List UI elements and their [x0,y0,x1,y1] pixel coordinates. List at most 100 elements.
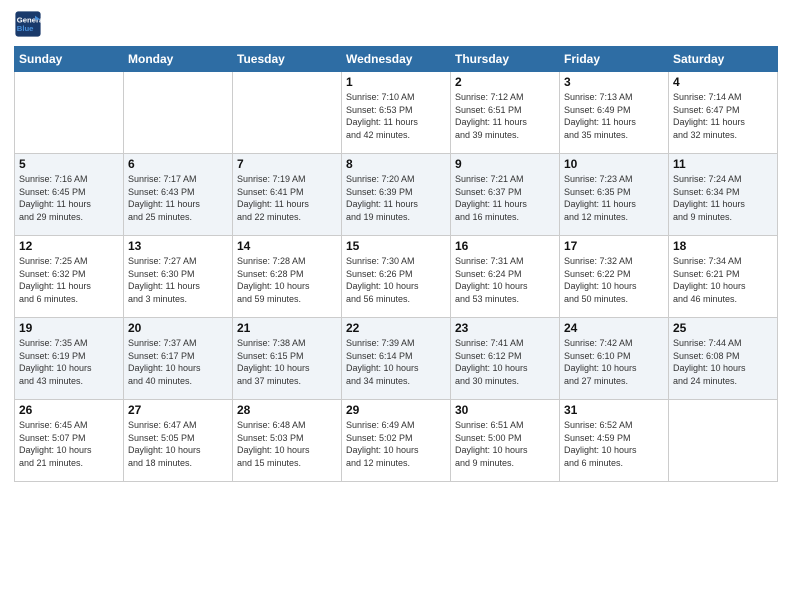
day-cell-23: 23 Sunrise: 7:41 AM Sunset: 6:12 PM Dayli… [451,318,560,400]
weekday-header-monday: Monday [124,47,233,72]
day-number: 31 [564,403,664,417]
day-cell-29: 29Sunrise: 6:49 AM Sunset: 5:02 PM Dayli… [342,400,451,482]
day-number: 14 [237,239,337,253]
day-number: 29 [346,403,446,417]
day-info: Sunrise: 7:39 AM Sunset: 6:14 PM Dayligh… [346,337,446,387]
weekday-header-saturday: Saturday [669,47,778,72]
day-number: 4 [673,75,773,89]
day-number: 9 [455,157,555,171]
day-info: Sunrise: 6:45 AM Sunset: 5:07 PM Dayligh… [19,419,119,469]
weekday-header-tuesday: Tuesday [233,47,342,72]
day-info: Sunrise: 7:34 AM Sunset: 6:21 PM Dayligh… [673,255,773,305]
week-row-4: 19 Sunrise: 7:35 AM Sunset: 6:19 PM Dayli… [15,318,778,400]
day-info: Sunrise: 7:27 AM Sunset: 6:30 PM Dayligh… [128,255,228,305]
weekday-header-sunday: Sunday [15,47,124,72]
week-row-5: 26 Sunrise: 6:45 AM Sunset: 5:07 PM Dayli… [15,400,778,482]
day-cell-6: 6Sunrise: 7:17 AM Sunset: 6:43 PM Daylig… [124,154,233,236]
day-number: 24 [564,321,664,335]
day-info: Sunrise: 6:47 AM Sunset: 5:05 PM Dayligh… [128,419,228,469]
day-info: Sunrise: 7:32 AM Sunset: 6:22 PM Dayligh… [564,255,664,305]
day-info: Sunrise: 7:38 AM Sunset: 6:15 PM Dayligh… [237,337,337,387]
day-cell-15: 15Sunrise: 7:30 AM Sunset: 6:26 PM Dayli… [342,236,451,318]
day-info: Sunrise: 7:10 AM Sunset: 6:53 PM Dayligh… [346,91,446,141]
empty-cell [124,72,233,154]
day-number: 13 [128,239,228,253]
day-number: 17 [564,239,664,253]
day-number: 10 [564,157,664,171]
day-cell-10: 10Sunrise: 7:23 AM Sunset: 6:35 PM Dayli… [560,154,669,236]
day-cell-7: 7Sunrise: 7:19 AM Sunset: 6:41 PM Daylig… [233,154,342,236]
weekday-header-row: SundayMondayTuesdayWednesdayThursdayFrid… [15,47,778,72]
day-number: 22 [346,321,446,335]
day-info: Sunrise: 7:14 AM Sunset: 6:47 PM Dayligh… [673,91,773,141]
day-info: Sunrise: 6:52 AM Sunset: 4:59 PM Dayligh… [564,419,664,469]
weekday-header-wednesday: Wednesday [342,47,451,72]
day-info: Sunrise: 7:44 AM Sunset: 6:08 PM Dayligh… [673,337,773,387]
day-number: 15 [346,239,446,253]
day-cell-4: 4 Sunrise: 7:14 AM Sunset: 6:47 PM Daylig… [669,72,778,154]
day-info: Sunrise: 7:19 AM Sunset: 6:41 PM Dayligh… [237,173,337,223]
day-info: Sunrise: 7:35 AM Sunset: 6:19 PM Dayligh… [19,337,119,387]
day-cell-14: 14 Sunrise: 7:28 AM Sunset: 6:28 PM Dayli… [233,236,342,318]
empty-cell [15,72,124,154]
day-number: 5 [19,157,119,171]
day-cell-3: 3Sunrise: 7:13 AM Sunset: 6:49 PM Daylig… [560,72,669,154]
day-info: Sunrise: 6:51 AM Sunset: 5:00 PM Dayligh… [455,419,555,469]
day-cell-24: 24 Sunrise: 7:42 AM Sunset: 6:10 PM Dayli… [560,318,669,400]
day-cell-8: 8 Sunrise: 7:20 AM Sunset: 6:39 PM Daylig… [342,154,451,236]
day-cell-17: 17 Sunrise: 7:32 AM Sunset: 6:22 PM Dayli… [560,236,669,318]
day-cell-21: 21 Sunrise: 7:38 AM Sunset: 6:15 PM Dayli… [233,318,342,400]
day-cell-19: 19 Sunrise: 7:35 AM Sunset: 6:19 PM Dayli… [15,318,124,400]
day-number: 26 [19,403,119,417]
day-info: Sunrise: 7:31 AM Sunset: 6:24 PM Dayligh… [455,255,555,305]
day-cell-11: 11Sunrise: 7:24 AM Sunset: 6:34 PM Dayli… [669,154,778,236]
day-number: 19 [19,321,119,335]
day-cell-5: 5 Sunrise: 7:16 AM Sunset: 6:45 PM Daylig… [15,154,124,236]
svg-text:General: General [17,16,42,25]
week-row-1: 1 Sunrise: 7:10 AM Sunset: 6:53 PM Daylig… [15,72,778,154]
day-cell-30: 30 Sunrise: 6:51 AM Sunset: 5:00 PM Dayli… [451,400,560,482]
day-info: Sunrise: 7:28 AM Sunset: 6:28 PM Dayligh… [237,255,337,305]
day-info: Sunrise: 7:13 AM Sunset: 6:49 PM Dayligh… [564,91,664,141]
day-info: Sunrise: 7:21 AM Sunset: 6:37 PM Dayligh… [455,173,555,223]
day-number: 21 [237,321,337,335]
svg-text:Blue: Blue [17,24,34,33]
day-cell-1: 1 Sunrise: 7:10 AM Sunset: 6:53 PM Daylig… [342,72,451,154]
empty-cell [669,400,778,482]
day-cell-28: 28Sunrise: 6:48 AM Sunset: 5:03 PM Dayli… [233,400,342,482]
day-cell-26: 26 Sunrise: 6:45 AM Sunset: 5:07 PM Dayli… [15,400,124,482]
calendar: SundayMondayTuesdayWednesdayThursdayFrid… [14,46,778,482]
page: General Blue SundayMondayTuesdayWednesda… [0,0,792,612]
day-number: 1 [346,75,446,89]
day-info: Sunrise: 7:41 AM Sunset: 6:12 PM Dayligh… [455,337,555,387]
empty-cell [233,72,342,154]
day-cell-25: 25 Sunrise: 7:44 AM Sunset: 6:08 PM Dayli… [669,318,778,400]
day-number: 30 [455,403,555,417]
day-cell-22: 22 Sunrise: 7:39 AM Sunset: 6:14 PM Dayli… [342,318,451,400]
day-info: Sunrise: 7:25 AM Sunset: 6:32 PM Dayligh… [19,255,119,305]
day-info: Sunrise: 7:42 AM Sunset: 6:10 PM Dayligh… [564,337,664,387]
day-info: Sunrise: 7:20 AM Sunset: 6:39 PM Dayligh… [346,173,446,223]
day-number: 8 [346,157,446,171]
day-number: 6 [128,157,228,171]
day-cell-31: 31 Sunrise: 6:52 AM Sunset: 4:59 PM Dayli… [560,400,669,482]
week-row-3: 12 Sunrise: 7:25 AM Sunset: 6:32 PM Dayli… [15,236,778,318]
header: General Blue [14,10,778,38]
day-info: Sunrise: 7:12 AM Sunset: 6:51 PM Dayligh… [455,91,555,141]
day-number: 2 [455,75,555,89]
day-info: Sunrise: 6:48 AM Sunset: 5:03 PM Dayligh… [237,419,337,469]
day-number: 11 [673,157,773,171]
day-info: Sunrise: 7:16 AM Sunset: 6:45 PM Dayligh… [19,173,119,223]
weekday-header-thursday: Thursday [451,47,560,72]
day-cell-20: 20Sunrise: 7:37 AM Sunset: 6:17 PM Dayli… [124,318,233,400]
day-number: 23 [455,321,555,335]
day-cell-2: 2 Sunrise: 7:12 AM Sunset: 6:51 PM Daylig… [451,72,560,154]
day-cell-12: 12 Sunrise: 7:25 AM Sunset: 6:32 PM Dayli… [15,236,124,318]
day-number: 12 [19,239,119,253]
day-cell-16: 16Sunrise: 7:31 AM Sunset: 6:24 PM Dayli… [451,236,560,318]
day-number: 27 [128,403,228,417]
logo: General Blue [14,10,42,38]
day-number: 25 [673,321,773,335]
weekday-header-friday: Friday [560,47,669,72]
week-row-2: 5 Sunrise: 7:16 AM Sunset: 6:45 PM Daylig… [15,154,778,236]
